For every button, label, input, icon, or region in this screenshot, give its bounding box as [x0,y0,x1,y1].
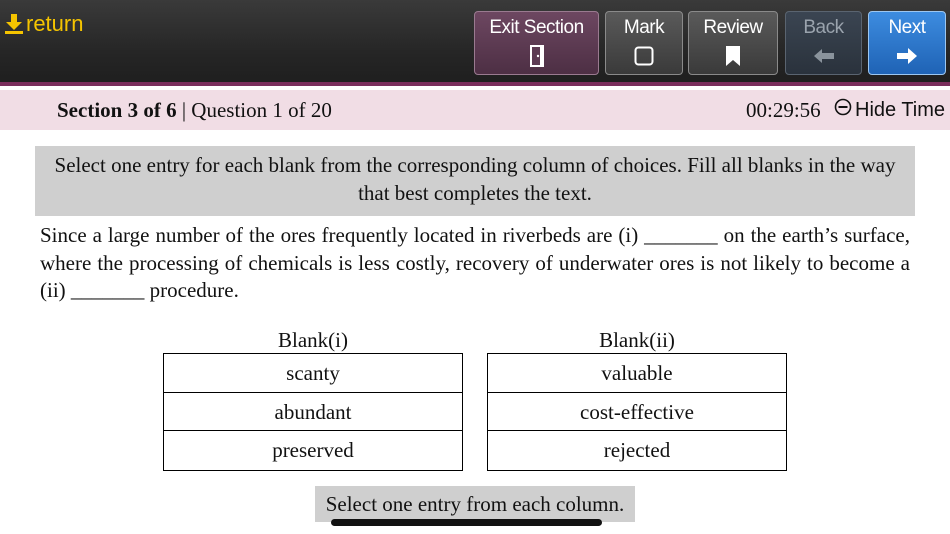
section-info: Section 3 of 6 | Question 1 of 20 [57,98,332,123]
bottom-prompt: Select one entry from each column. [315,486,635,522]
return-link[interactable]: return [4,10,83,38]
choice-rejected[interactable]: rejected [488,431,786,470]
exit-section-label: Exit Section [489,17,584,38]
section-label: Section 3 of 6 [57,98,177,122]
blank-i-choices: scanty abundant preserved [163,353,463,471]
mark-label: Mark [623,17,665,38]
return-label: return [26,11,84,36]
next-label: Next [888,17,926,38]
bookmark-icon [725,43,741,69]
exit-section-button[interactable]: Exit Section [474,11,599,75]
section-status-bar: Section 3 of 6 | Question 1 of 20 00:29:… [0,90,950,130]
top-toolbar: return Exit Section Mark Review Back Nex… [0,0,950,86]
hide-time-label: Hide Time [855,98,946,121]
next-button[interactable]: Next [868,11,946,75]
back-button[interactable]: Back [785,11,862,75]
blank-ii-choices: valuable cost-effective rejected [487,353,787,471]
blank-ii-column: Blank(ii) valuable cost-effective reject… [487,327,787,471]
blank-ii-header: Blank(ii) [599,328,675,352]
timer: 00:29:56 [746,98,821,122]
checkbox-icon [634,43,654,69]
choice-scanty[interactable]: scanty [164,354,462,393]
choice-preserved[interactable]: preserved [164,431,462,470]
mark-button[interactable]: Mark [605,11,683,75]
instructions-box: Select one entry for each blank from the… [35,146,915,216]
arrow-left-icon [813,43,835,69]
back-label: Back [803,17,844,38]
door-icon [529,43,545,69]
hide-time-button[interactable]: Hide Time [834,98,945,122]
choice-valuable[interactable]: valuable [488,354,786,393]
review-label: Review [703,17,763,38]
choice-cost-effective[interactable]: cost-effective [488,392,786,431]
review-button[interactable]: Review [688,11,778,75]
blank-i-column: Blank(i) scanty abundant preserved [163,327,463,471]
question-passage: Since a large number of the ores frequen… [40,223,910,302]
arrow-right-icon [896,43,918,69]
download-arrow-icon [4,13,24,35]
question-label: Question 1 of 20 [191,98,332,122]
minus-circle-icon [834,98,852,122]
blank-i-header: Blank(i) [278,328,348,352]
choice-abundant[interactable]: abundant [164,392,462,431]
home-indicator[interactable] [331,519,602,526]
divider: | [181,98,192,122]
